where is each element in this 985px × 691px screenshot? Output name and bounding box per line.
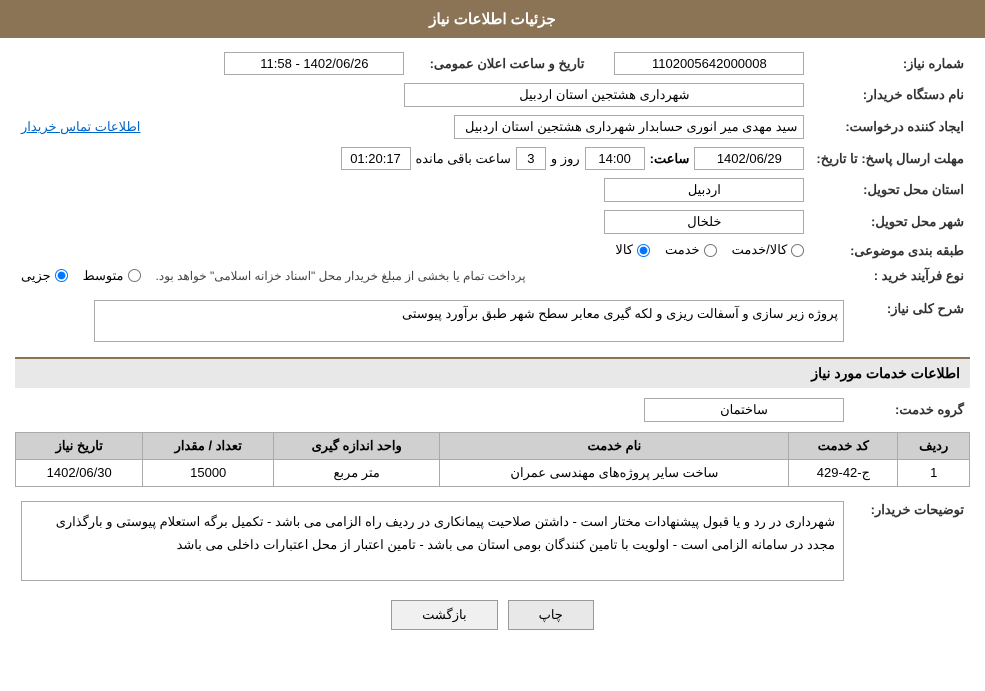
purchase-type-radio-group: متوسط جزیی [21, 268, 141, 284]
category-label: طبقه بندی موضوعی: [810, 238, 970, 264]
purchase-type-jozi[interactable]: جزیی [21, 268, 68, 284]
province-label: استان محل تحویل: [810, 174, 970, 206]
page-title: جزئیات اطلاعات نیاز [429, 11, 556, 28]
deadline-label: مهلت ارسال پاسخ: تا تاریخ: [810, 143, 970, 174]
col-rownum: ردیف [898, 432, 970, 459]
col-service-name: نام خدمت [440, 432, 789, 459]
page-header: جزئیات اطلاعات نیاز [0, 0, 985, 38]
need-number-value: 1102005642000008 [614, 52, 804, 75]
deadline-remaining-label: ساعت باقی مانده [416, 151, 511, 167]
deadline-date: 1402/06/29 [694, 147, 804, 170]
deadline-time: 14:00 [585, 147, 645, 170]
deadline-days: 3 [516, 147, 546, 170]
category-option-khedmat[interactable]: خدمت [665, 242, 717, 258]
back-button[interactable]: بازگشت [391, 600, 497, 630]
category-radio-group: کالا/خدمت خدمت کالا [615, 242, 804, 258]
buyer-org-label: نام دستگاه خریدار: [810, 79, 970, 111]
col-date: تاریخ نیاز [16, 432, 143, 459]
print-button[interactable]: چاپ [508, 600, 594, 630]
notes-value: شهرداری در رد و یا قبول پیشنهادات مختار … [21, 501, 844, 581]
need-number-label: شماره نیاز: [810, 48, 970, 79]
purchase-type-label: نوع فرآیند خرید : [810, 264, 970, 288]
purchase-type-note: پرداخت تمام یا بخشی از مبلغ خریدار محل "… [156, 269, 526, 283]
col-unit: واحد اندازه گیری [274, 432, 440, 459]
city-label: شهر محل تحویل: [810, 206, 970, 238]
announce-date-label: تاریخ و ساعت اعلان عمومی: [410, 48, 590, 79]
creator-value: سید مهدی میر انوری حسابدار شهرداری هشتجی… [454, 115, 804, 139]
city-value: خلخال [604, 210, 804, 234]
col-quantity: تعداد / مقدار [143, 432, 274, 459]
deadline-days-label: روز و [551, 151, 580, 167]
col-service-code: کد خدمت [789, 432, 898, 459]
service-group-value: ساختمان [644, 398, 844, 422]
notes-label: توضیحات خریدار: [850, 497, 970, 585]
need-description-textarea[interactable] [94, 300, 844, 342]
buttons-row: چاپ بازگشت [15, 600, 970, 630]
category-option-kala-khedmat[interactable]: کالا/خدمت [732, 242, 805, 258]
contact-link[interactable]: اطلاعات تماس خریدار [21, 119, 140, 134]
deadline-time-label: ساعت: [650, 151, 690, 167]
services-section-header: اطلاعات خدمات مورد نیاز [15, 357, 970, 388]
notes-text: شهرداری در رد و یا قبول پیشنهادات مختار … [56, 514, 835, 552]
announce-date-value: 1402/06/26 - 11:58 [224, 52, 404, 75]
need-description-label: شرح کلی نیاز: [850, 296, 970, 349]
service-group-label: گروه خدمت: [850, 394, 970, 426]
category-option-kala[interactable]: کالا [615, 242, 650, 258]
deadline-remaining: 01:20:17 [341, 147, 411, 170]
table-row: 1ج-42-429ساخت سایر پروژه‌های مهندسی عمرا… [16, 459, 970, 486]
province-value: اردبیل [604, 178, 804, 202]
purchase-type-motevaset[interactable]: متوسط [83, 268, 141, 284]
creator-label: ایجاد کننده درخواست: [810, 111, 970, 143]
services-table: ردیف کد خدمت نام خدمت واحد اندازه گیری ت… [15, 432, 970, 487]
buyer-org-value: شهرداری هشتجین استان اردبیل [404, 83, 804, 107]
